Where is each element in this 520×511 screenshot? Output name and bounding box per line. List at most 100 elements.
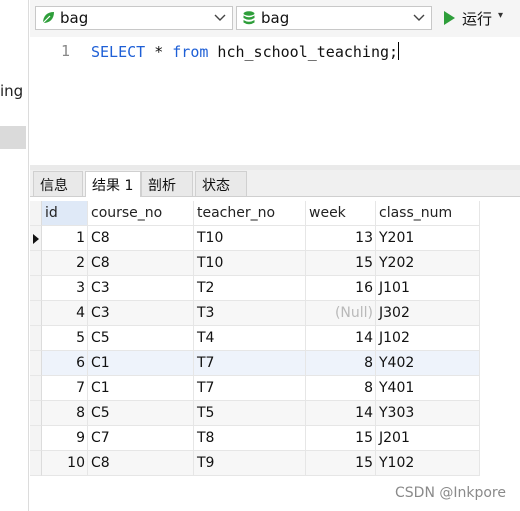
row-indicator[interactable] (30, 376, 42, 401)
table-row[interactable]: 10 C8 T9 15 Y102 (30, 451, 480, 476)
row-indicator[interactable] (30, 451, 42, 476)
cell-course-no[interactable]: C5 (88, 326, 194, 351)
cell-week[interactable]: 8 (306, 376, 376, 401)
table-row[interactable]: 5 C5 T4 14 J102 (30, 326, 480, 351)
sql-code-line[interactable]: SELECT * from hch_school_teaching; (91, 42, 400, 61)
row-indicator-header (30, 201, 42, 226)
grid-header-row: id course_no teacher_no week class_num (30, 201, 480, 226)
cell-class-num[interactable]: Y201 (376, 226, 480, 251)
sql-editor[interactable]: 1 SELECT * from hch_school_teaching; (30, 37, 520, 165)
tree-item-selected[interactable] (0, 126, 26, 149)
tab-label: 结果 1 (92, 178, 134, 194)
table-row[interactable]: 6 C1 T7 8 Y402 (30, 351, 480, 376)
run-dropdown-icon[interactable]: ▾ (498, 10, 503, 21)
table-row[interactable]: 4 C3 T3 (Null) J302 (30, 301, 480, 326)
cell-class-num[interactable]: Y303 (376, 401, 480, 426)
cell-class-num[interactable]: J102 (376, 326, 480, 351)
tab-status[interactable]: 状态 (195, 171, 247, 196)
table-row[interactable]: 2 C8 T10 15 Y202 (30, 251, 480, 276)
cell-id[interactable]: 5 (42, 326, 88, 351)
table-row[interactable]: 9 C7 T8 15 J201 (30, 426, 480, 451)
cell-week[interactable]: 16 (306, 276, 376, 301)
run-button[interactable]: 运行 ▾ (440, 6, 520, 30)
cell-class-num[interactable]: Y102 (376, 451, 480, 476)
cell-course-no[interactable]: C8 (88, 226, 194, 251)
cell-id[interactable]: 8 (42, 401, 88, 426)
tree-item-partial-label[interactable]: ing (0, 82, 23, 100)
cell-course-no[interactable]: C3 (88, 276, 194, 301)
column-header-class-num[interactable]: class_num (376, 201, 480, 226)
cell-week[interactable]: 8 (306, 351, 376, 376)
table-row[interactable]: 8 C5 T5 14 Y303 (30, 401, 480, 426)
row-indicator[interactable] (30, 226, 42, 251)
table-row[interactable]: 1 C8 T10 13 Y201 (30, 226, 480, 251)
cell-course-no[interactable]: C8 (88, 451, 194, 476)
cell-course-no[interactable]: C8 (88, 251, 194, 276)
column-header-week[interactable]: week (306, 201, 376, 226)
cell-id[interactable]: 9 (42, 426, 88, 451)
current-row-marker-icon (33, 234, 39, 244)
database-select[interactable]: bag (236, 6, 432, 30)
tab-label: 剖析 (148, 178, 176, 194)
cell-teacher-no[interactable]: T4 (194, 326, 306, 351)
cell-class-num[interactable]: Y202 (376, 251, 480, 276)
cell-class-num[interactable]: J201 (376, 426, 480, 451)
cell-id[interactable]: 7 (42, 376, 88, 401)
cell-id[interactable]: 10 (42, 451, 88, 476)
panel-divider[interactable] (28, 0, 29, 511)
leaf-icon (42, 12, 54, 24)
cell-week[interactable]: 14 (306, 326, 376, 351)
chevron-down-icon (413, 14, 425, 21)
cell-teacher-no[interactable]: T7 (194, 351, 306, 376)
cell-teacher-no[interactable]: T10 (194, 226, 306, 251)
sql-keyword: SELECT (91, 43, 146, 61)
cell-course-no[interactable]: C5 (88, 401, 194, 426)
row-indicator[interactable] (30, 401, 42, 426)
cell-id[interactable]: 1 (42, 226, 88, 251)
row-indicator[interactable] (30, 426, 42, 451)
row-indicator[interactable] (30, 276, 42, 301)
cell-teacher-no[interactable]: T5 (194, 401, 306, 426)
row-indicator[interactable] (30, 251, 42, 276)
row-indicator[interactable] (30, 326, 42, 351)
column-header-course-no[interactable]: course_no (88, 201, 194, 226)
cell-class-num[interactable]: J101 (376, 276, 480, 301)
cell-week[interactable]: (Null) (306, 301, 376, 326)
cell-teacher-no[interactable]: T3 (194, 301, 306, 326)
row-indicator[interactable] (30, 301, 42, 326)
cell-teacher-no[interactable]: T10 (194, 251, 306, 276)
connection-select[interactable]: bag (35, 6, 233, 30)
cell-teacher-no[interactable]: T2 (194, 276, 306, 301)
cell-week[interactable]: 13 (306, 226, 376, 251)
cell-class-num[interactable]: Y402 (376, 351, 480, 376)
table-row[interactable]: 3 C3 T2 16 J101 (30, 276, 480, 301)
cell-teacher-no[interactable]: T8 (194, 426, 306, 451)
column-header-teacher-no[interactable]: teacher_no (194, 201, 306, 226)
cell-week[interactable]: 15 (306, 451, 376, 476)
row-indicator[interactable] (30, 351, 42, 376)
tab-info[interactable]: 信息 (33, 171, 83, 196)
result-tabs: 信息 结果 1 剖析 状态 (30, 170, 520, 197)
cell-class-num[interactable]: Y401 (376, 376, 480, 401)
table-row[interactable]: 7 C1 T7 8 Y401 (30, 376, 480, 401)
tab-result-1[interactable]: 结果 1 (85, 171, 141, 197)
cell-id[interactable]: 4 (42, 301, 88, 326)
database-icon (243, 11, 255, 25)
database-value: bag (261, 9, 290, 27)
cell-id[interactable]: 6 (42, 351, 88, 376)
cell-teacher-no[interactable]: T7 (194, 376, 306, 401)
cell-course-no[interactable]: C7 (88, 426, 194, 451)
cell-week[interactable]: 14 (306, 401, 376, 426)
cell-course-no[interactable]: C1 (88, 351, 194, 376)
sql-star: * (145, 43, 173, 61)
cell-course-no[interactable]: C3 (88, 301, 194, 326)
cell-id[interactable]: 3 (42, 276, 88, 301)
cell-class-num[interactable]: J302 (376, 301, 480, 326)
cell-week[interactable]: 15 (306, 426, 376, 451)
tab-profile[interactable]: 剖析 (141, 171, 193, 196)
cell-id[interactable]: 2 (42, 251, 88, 276)
cell-teacher-no[interactable]: T9 (194, 451, 306, 476)
cell-week[interactable]: 15 (306, 251, 376, 276)
cell-course-no[interactable]: C1 (88, 376, 194, 401)
column-header-id[interactable]: id (42, 201, 88, 226)
